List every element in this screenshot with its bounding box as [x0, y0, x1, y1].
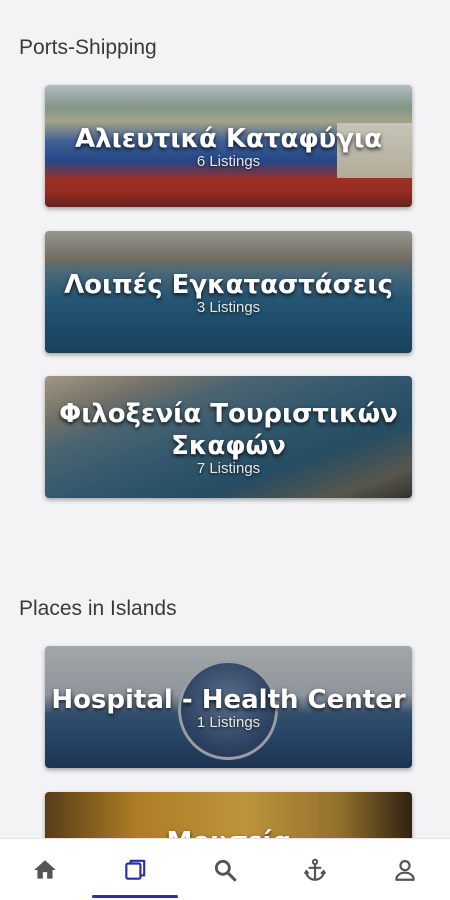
- section-title-places-in-islands: Places in Islands: [19, 597, 177, 620]
- nav-search[interactable]: [180, 839, 270, 900]
- bottom-navigation: [0, 838, 450, 900]
- card-listing-count: 7 Listings: [196, 459, 261, 477]
- card-title: Μουσεία: [166, 826, 290, 838]
- category-card-hospital[interactable]: Hospital - Health Center 1 Listings: [45, 646, 412, 768]
- card-title: Φιλοξενία Τουριστικών Σκαφών: [59, 398, 398, 461]
- card-listing-count: 1 Listings: [196, 713, 261, 731]
- listings-icon: [125, 859, 146, 880]
- card-title: Αλιευτικά Καταφύγια: [75, 123, 382, 154]
- card-listing-count: 6 Listings: [196, 152, 261, 170]
- anchor-icon: [303, 858, 327, 881]
- category-card-tourist-boats[interactable]: Φιλοξενία Τουριστικών Σκαφών 7 Listings: [45, 376, 412, 498]
- home-icon: [34, 859, 56, 879]
- user-icon: [395, 859, 415, 881]
- category-card-fishing-shelters[interactable]: Αλιευτικά Καταφύγια 6 Listings: [45, 85, 412, 207]
- content-scroll[interactable]: Ports-Shipping Αλιευτικά Καταφύγια 6 Lis…: [0, 0, 450, 838]
- card-title: Hospital - Health Center: [51, 684, 406, 715]
- card-listing-count: 3 Listings: [196, 298, 261, 316]
- section-title-ports-shipping: Ports-Shipping: [19, 36, 157, 59]
- category-card-museums[interactable]: Μουσεία: [45, 792, 412, 838]
- nav-listings[interactable]: [90, 839, 180, 900]
- nav-profile[interactable]: [360, 839, 450, 900]
- nav-home[interactable]: [0, 839, 90, 900]
- nav-ports[interactable]: [270, 839, 360, 900]
- category-card-other-facilities[interactable]: Λοιπές Εγκαταστάσεις 3 Listings: [45, 231, 412, 353]
- search-icon: [214, 859, 237, 881]
- card-title: Λοιπές Εγκαταστάσεις: [64, 269, 393, 300]
